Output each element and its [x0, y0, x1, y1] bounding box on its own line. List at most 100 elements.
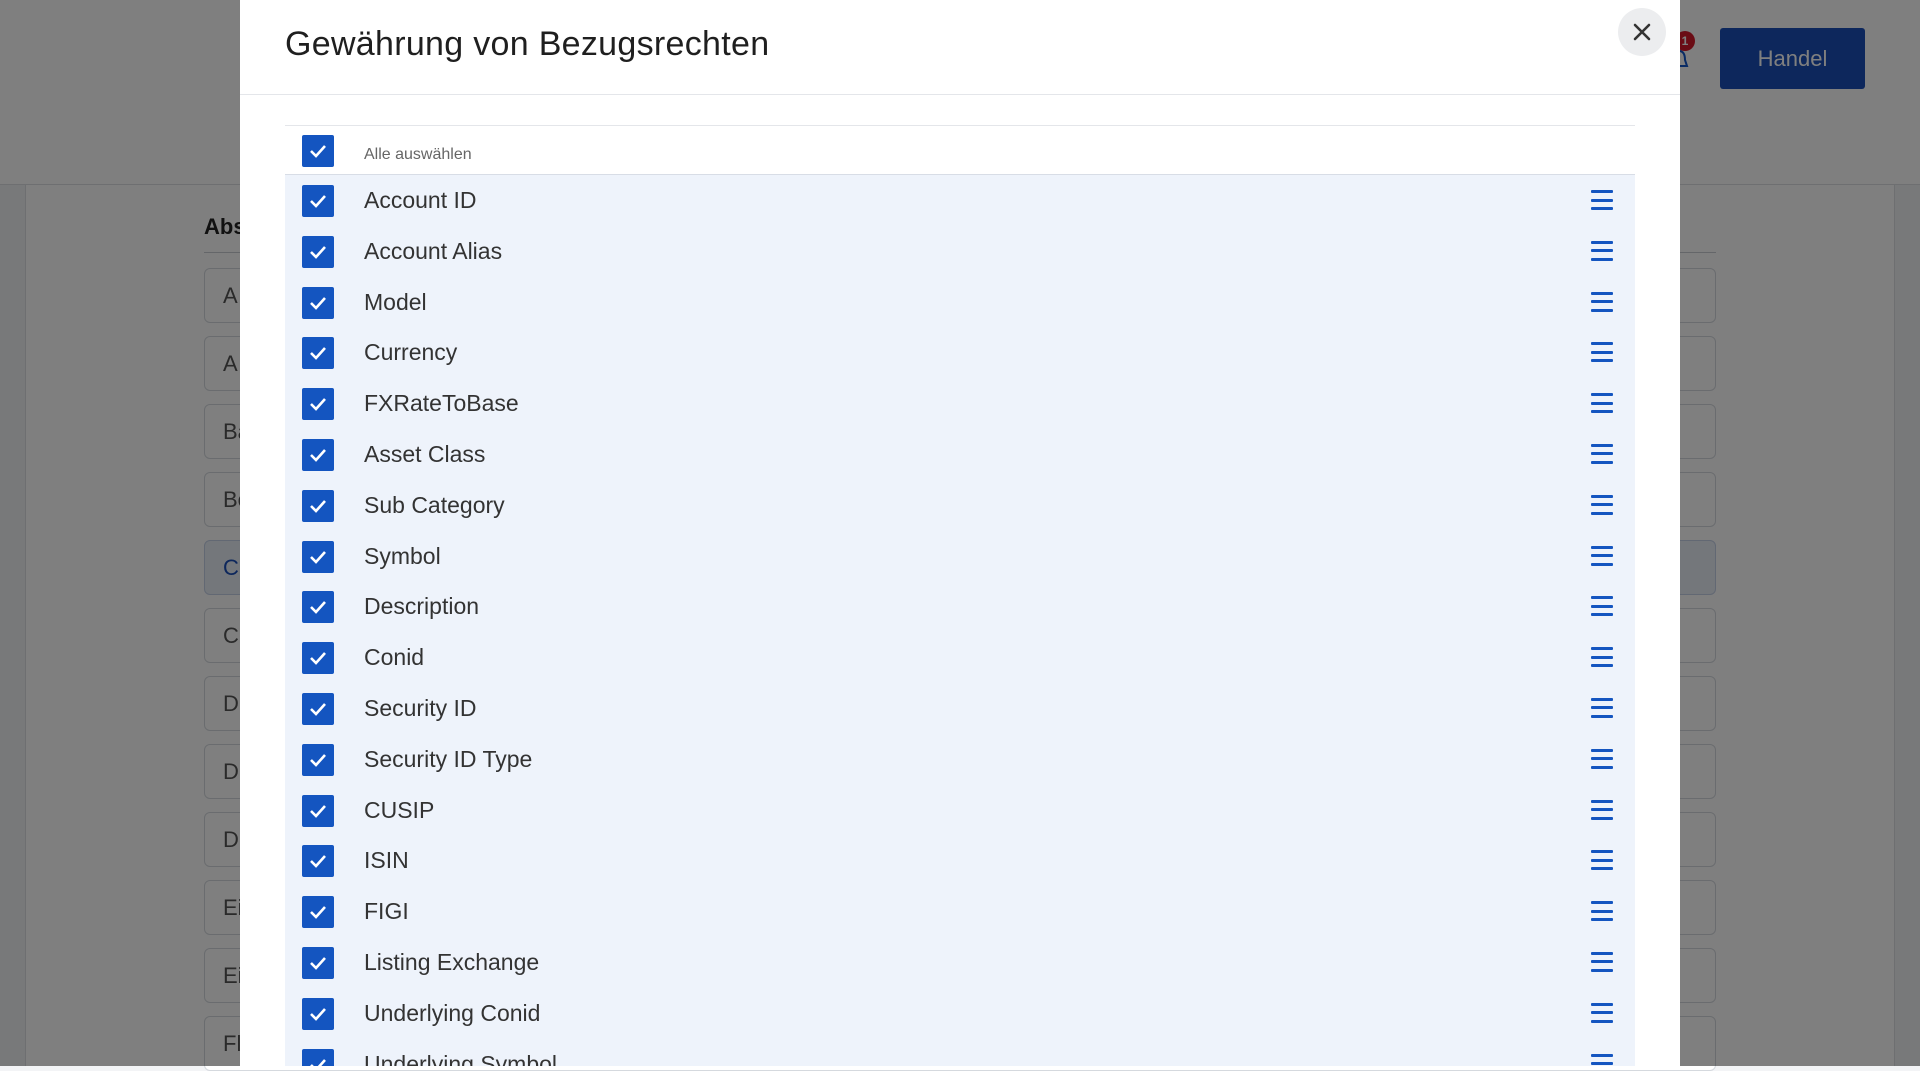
- field-row[interactable]: Security ID: [285, 683, 1635, 734]
- field-label: Security ID Type: [364, 746, 532, 773]
- select-all-checkbox[interactable]: [302, 135, 334, 167]
- field-row[interactable]: Symbol: [285, 531, 1635, 582]
- field-checkbox[interactable]: [302, 185, 334, 217]
- checkmark-icon: [308, 599, 328, 615]
- field-label: Model: [364, 289, 427, 316]
- checkmark-icon: [308, 447, 328, 463]
- checkmark-icon: [308, 244, 328, 260]
- field-checkbox[interactable]: [302, 998, 334, 1030]
- field-row[interactable]: FXRateToBase: [285, 378, 1635, 429]
- drag-handle-icon[interactable]: [1591, 850, 1613, 870]
- field-checkbox[interactable]: [302, 947, 334, 979]
- checkmark-icon: [308, 701, 328, 717]
- field-label: ISIN: [364, 847, 409, 874]
- field-label: Account Alias: [364, 238, 502, 265]
- field-list: Alle auswählen Account ID Account Alias Mo…: [285, 125, 1635, 1066]
- field-checkbox[interactable]: [302, 642, 334, 674]
- field-rows: Account ID Account Alias Model Currency FXRa…: [285, 175, 1635, 1066]
- field-row[interactable]: Security ID Type: [285, 734, 1635, 785]
- field-label: Security ID: [364, 695, 476, 722]
- drag-handle-icon[interactable]: [1591, 190, 1613, 210]
- drag-handle-icon[interactable]: [1591, 241, 1613, 261]
- drag-handle-icon[interactable]: [1591, 1003, 1613, 1023]
- field-row[interactable]: Account Alias: [285, 226, 1635, 277]
- modal-title: Gewährung von Bezugsrechten: [285, 25, 769, 64]
- select-all-row[interactable]: Alle auswählen: [285, 126, 1635, 175]
- field-row[interactable]: Listing Exchange: [285, 937, 1635, 988]
- field-checkbox[interactable]: [302, 795, 334, 827]
- field-checkbox[interactable]: [302, 744, 334, 776]
- checkmark-icon: [308, 295, 328, 311]
- field-row[interactable]: FIGI: [285, 886, 1635, 937]
- field-checkbox[interactable]: [302, 541, 334, 573]
- field-row[interactable]: Model: [285, 277, 1635, 328]
- field-label: Account ID: [364, 187, 477, 214]
- field-row[interactable]: Description: [285, 581, 1635, 632]
- checkmark-icon: [308, 396, 328, 412]
- field-checkbox[interactable]: [302, 591, 334, 623]
- drag-handle-icon[interactable]: [1591, 901, 1613, 921]
- field-label: Listing Exchange: [364, 949, 539, 976]
- drag-handle-icon[interactable]: [1591, 647, 1613, 667]
- checkmark-icon: [308, 1006, 328, 1022]
- drag-handle-icon[interactable]: [1591, 800, 1613, 820]
- checkmark-icon: [308, 1057, 328, 1066]
- checkmark-icon: [308, 498, 328, 514]
- field-checkbox[interactable]: [302, 439, 334, 471]
- field-label: Underlying Symbol: [364, 1051, 557, 1066]
- field-checkbox[interactable]: [302, 1049, 334, 1066]
- checkmark-icon: [308, 345, 328, 361]
- checkmark-icon: [308, 853, 328, 869]
- checkmark-icon: [308, 803, 328, 819]
- drag-handle-icon[interactable]: [1591, 342, 1613, 362]
- field-checkbox[interactable]: [302, 896, 334, 928]
- field-checkbox[interactable]: [302, 693, 334, 725]
- drag-handle-icon[interactable]: [1591, 444, 1613, 464]
- field-row[interactable]: Account ID: [285, 175, 1635, 226]
- field-row[interactable]: Sub Category: [285, 480, 1635, 531]
- field-row[interactable]: Conid: [285, 632, 1635, 683]
- field-row[interactable]: ISIN: [285, 835, 1635, 886]
- field-checkbox[interactable]: [302, 287, 334, 319]
- field-label: Underlying Conid: [364, 1000, 540, 1027]
- drag-handle-icon[interactable]: [1591, 749, 1613, 769]
- field-checkbox[interactable]: [302, 337, 334, 369]
- field-label: Description: [364, 593, 479, 620]
- field-label: Sub Category: [364, 492, 505, 519]
- drag-handle-icon[interactable]: [1591, 393, 1613, 413]
- checkmark-icon: [308, 904, 328, 920]
- field-label: Currency: [364, 339, 457, 366]
- drag-handle-icon[interactable]: [1591, 698, 1613, 718]
- drag-handle-icon[interactable]: [1591, 546, 1613, 566]
- drag-handle-icon[interactable]: [1591, 292, 1613, 312]
- field-row[interactable]: Underlying Symbol: [285, 1039, 1635, 1066]
- field-checkbox[interactable]: [302, 236, 334, 268]
- checkmark-icon: [308, 143, 328, 159]
- modal-dialog: Gewährung von Bezugsrechten Alle auswähl…: [240, 0, 1680, 1066]
- field-label: Conid: [364, 644, 424, 671]
- select-all-label: Alle auswählen: [364, 146, 472, 164]
- field-checkbox[interactable]: [302, 490, 334, 522]
- drag-handle-icon[interactable]: [1591, 1054, 1613, 1066]
- field-row[interactable]: CUSIP: [285, 785, 1635, 836]
- drag-handle-icon[interactable]: [1591, 596, 1613, 616]
- field-checkbox[interactable]: [302, 845, 334, 877]
- drag-handle-icon[interactable]: [1591, 952, 1613, 972]
- field-label: Symbol: [364, 543, 441, 570]
- checkmark-icon: [308, 955, 328, 971]
- modal-header: Gewährung von Bezugsrechten: [240, 0, 1680, 95]
- field-row[interactable]: Asset Class: [285, 429, 1635, 480]
- field-label: CUSIP: [364, 797, 434, 824]
- field-checkbox[interactable]: [302, 388, 334, 420]
- close-icon: [1632, 22, 1652, 42]
- field-row[interactable]: Currency: [285, 327, 1635, 378]
- drag-handle-icon[interactable]: [1591, 495, 1613, 515]
- close-button[interactable]: [1618, 8, 1666, 56]
- checkmark-icon: [308, 549, 328, 565]
- checkmark-icon: [308, 193, 328, 209]
- field-label: FIGI: [364, 898, 409, 925]
- field-label: Asset Class: [364, 441, 485, 468]
- checkmark-icon: [308, 752, 328, 768]
- checkmark-icon: [308, 650, 328, 666]
- field-row[interactable]: Underlying Conid: [285, 988, 1635, 1039]
